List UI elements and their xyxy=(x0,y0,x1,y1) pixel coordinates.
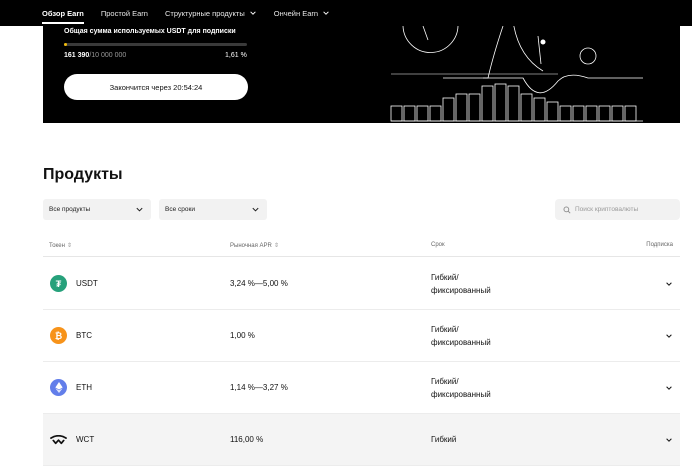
nav-label: Простой Earn xyxy=(100,8,148,18)
products-title: Продукты xyxy=(43,166,123,183)
product-filter-select[interactable]: Все продукты xyxy=(43,199,151,220)
chevron-down-icon xyxy=(249,11,256,15)
chevron-down-icon xyxy=(323,11,329,15)
bitcoin-icon: ₿ xyxy=(50,327,67,344)
chevron-down-icon[interactable] xyxy=(665,384,673,392)
chevron-down-icon[interactable] xyxy=(665,280,673,288)
tether-icon: ₮ xyxy=(50,275,67,292)
ethereum-icon xyxy=(50,379,67,396)
token-term: Гибкий/ фиксированный xyxy=(431,324,491,349)
column-label: Токен xyxy=(49,242,65,249)
term-filter-value: Все сроки xyxy=(165,206,195,213)
sort-icon: ⇕ xyxy=(273,243,279,249)
table-row[interactable]: ₿ BTC 1,00 % Гибкий/ фиксированный xyxy=(43,310,680,362)
nav-simple-earn[interactable]: Простой Earn xyxy=(101,0,148,26)
token-apr: 1,00 % xyxy=(230,331,255,340)
top-nav: Обзор Earn Простой Earn Структурные прод… xyxy=(0,0,692,26)
nav-structured-products[interactable]: Структурные продукты xyxy=(165,0,257,26)
progress-fill xyxy=(64,43,67,46)
token-symbol: USDT xyxy=(76,279,98,288)
search-input[interactable] xyxy=(575,206,675,213)
token-apr: 116,00 % xyxy=(230,435,264,444)
token-apr: 1,14 %—3,27 % xyxy=(230,383,288,392)
nav-earn-overview[interactable]: Обзор Earn xyxy=(42,0,84,26)
term-line: Гибкий/ xyxy=(431,325,459,334)
token-symbol: ETH xyxy=(76,383,92,392)
column-label: Срок xyxy=(431,242,445,248)
chevron-down-icon[interactable] xyxy=(665,332,673,340)
table-row[interactable]: WCT 116,00 % Гибкий xyxy=(43,414,680,466)
term-line: фиксированный xyxy=(431,285,491,295)
token-apr: 3,24 %—5,00 % xyxy=(230,279,288,288)
term-line: фиксированный xyxy=(431,389,491,399)
banner-illustration xyxy=(390,26,643,122)
subscription-progress-bar xyxy=(64,43,247,46)
chevron-down-icon xyxy=(136,207,143,212)
nav-label: Ончейн Earn xyxy=(273,8,319,18)
search-icon xyxy=(563,206,571,214)
term-filter-select[interactable]: Все сроки xyxy=(159,199,267,220)
column-apr[interactable]: Рыночная APR ⇕ xyxy=(230,242,279,250)
product-filter-value: Все продукты xyxy=(49,206,91,213)
subscription-total-label: Общая сумма используемых USDT для подпис… xyxy=(64,28,236,35)
subscription-amount: 161 390/10 000 000 xyxy=(64,52,126,59)
column-label: Рыночная APR xyxy=(230,242,272,249)
subscription-percent: 1,61 % xyxy=(225,52,247,59)
chevron-down-icon[interactable] xyxy=(665,436,673,444)
sort-icon: ⇕ xyxy=(66,243,72,249)
crypto-search[interactable] xyxy=(555,199,680,220)
nav-label: Структурные продукты xyxy=(164,8,245,18)
current-amount: 161 390 xyxy=(64,52,90,59)
token-symbol: BTC xyxy=(76,331,92,340)
countdown-button[interactable]: Закончится через 20:54:24 xyxy=(64,74,248,100)
token-term: Гибкий/ фиксированный xyxy=(431,376,491,401)
column-label: Подписка xyxy=(646,242,673,248)
nav-onchain-earn[interactable]: Ончейн Earn xyxy=(274,0,330,26)
term-line: фиксированный xyxy=(431,337,491,347)
token-symbol: WCT xyxy=(76,435,95,444)
chevron-down-icon xyxy=(252,207,259,212)
total-amount: /10 000 000 xyxy=(89,52,127,59)
column-token[interactable]: Токен ⇕ xyxy=(49,242,72,250)
term-line: Гибкий xyxy=(431,435,457,444)
column-subscribe: Подписка xyxy=(646,242,673,248)
term-line: Гибкий/ xyxy=(431,273,459,282)
token-term: Гибкий xyxy=(431,434,456,447)
term-line: Гибкий/ xyxy=(431,377,459,386)
column-term: Срок xyxy=(431,242,445,248)
promo-banner: Общая сумма используемых USDT для подпис… xyxy=(43,26,680,123)
table-row[interactable]: ETH 1,14 %—3,27 % Гибкий/ фиксированный xyxy=(43,362,680,414)
table-header: Токен ⇕ Рыночная APR ⇕ Срок Подписка xyxy=(43,237,680,257)
table-row[interactable]: ₮ USDT 3,24 %—5,00 % Гибкий/ фиксированн… xyxy=(43,258,680,310)
nav-label: Обзор Earn xyxy=(42,8,84,18)
token-term: Гибкий/ фиксированный xyxy=(431,272,491,297)
walletconnect-icon xyxy=(50,431,67,448)
